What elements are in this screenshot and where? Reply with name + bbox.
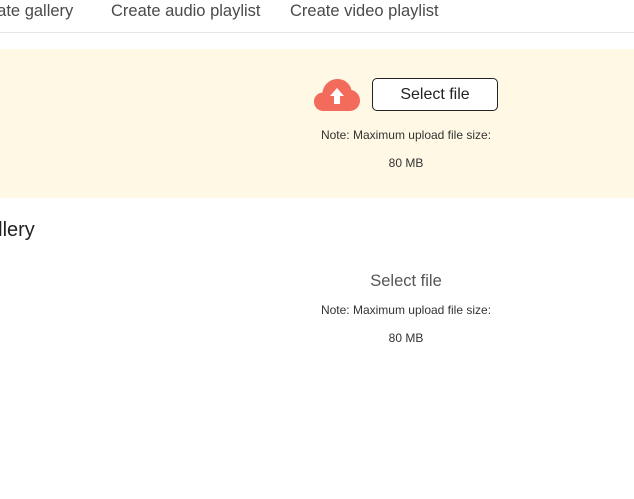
select-file-link[interactable]: Select file <box>326 271 486 291</box>
upload-note: Note: Maximum upload file size: <box>320 128 492 142</box>
tab-create-video-playlist[interactable]: Create video playlist <box>290 1 439 21</box>
gallery-upload-note: Note: Maximum upload file size: <box>320 303 492 317</box>
upload-panel: Select file Note: Maximum upload file si… <box>0 49 634 198</box>
tab-bar: eate gallery Create audio playlist Creat… <box>0 0 634 33</box>
gallery-upload-max-size: 80 MB <box>388 331 424 345</box>
select-file-button[interactable]: Select file <box>372 78 498 111</box>
upload-max-size: 80 MB <box>388 156 424 170</box>
tab-create-gallery[interactable]: eate gallery <box>0 1 73 21</box>
cloud-upload-icon[interactable] <box>314 78 360 112</box>
section-title: allery <box>0 219 35 241</box>
tab-create-audio-playlist[interactable]: Create audio playlist <box>111 1 261 21</box>
